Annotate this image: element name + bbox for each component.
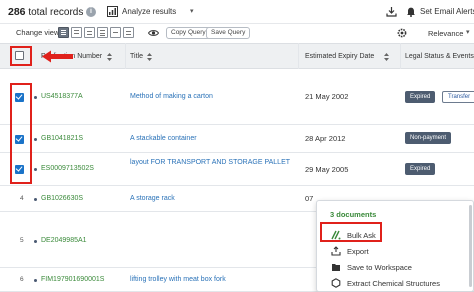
publication-number-link[interactable]: DE2049985A1 bbox=[41, 237, 87, 244]
row-number: 6 bbox=[20, 276, 24, 283]
info-icon[interactable]: i bbox=[86, 7, 96, 17]
download-icon[interactable] bbox=[386, 6, 397, 17]
export-icon bbox=[331, 246, 341, 256]
sort-icon[interactable] bbox=[384, 53, 389, 61]
copy-query-button[interactable]: Copy Query bbox=[166, 27, 211, 39]
annotation-arrow-icon bbox=[42, 50, 73, 63]
save-workspace-icon bbox=[332, 264, 340, 271]
title-link[interactable]: layout FOR TRANSPORT AND STORAGE PALLET bbox=[130, 158, 295, 168]
publication-number-link[interactable]: GB1041821S bbox=[41, 135, 83, 142]
grid-view-button[interactable] bbox=[110, 27, 121, 38]
sort-relevance-dropdown[interactable]: Relevance bbox=[428, 29, 463, 38]
popup-scrollbar[interactable] bbox=[469, 205, 472, 287]
row-bullet bbox=[34, 279, 37, 282]
expiry-date: 07 bbox=[305, 194, 314, 203]
row-bullet bbox=[34, 198, 37, 201]
extract-chemical-structures-label: Extract Chemical Structures bbox=[347, 279, 440, 288]
detail-view-button[interactable] bbox=[84, 27, 95, 38]
expiry-date: 29 May 2005 bbox=[305, 165, 349, 174]
column-legal-status[interactable]: Legal Status & Events bbox=[405, 53, 474, 60]
title-link[interactable]: Method of making a carton bbox=[130, 92, 295, 102]
expiry-date: 21 May 2002 bbox=[305, 92, 349, 101]
extract-chemical-structures-menu-item[interactable]: Extract Chemical Structures bbox=[331, 277, 471, 291]
view-toolbar: Change view Copy Query Save Query Releva… bbox=[0, 24, 474, 43]
chevron-down-icon[interactable]: ▾ bbox=[190, 7, 194, 15]
bulk-actions-popup: 3 documents Bulk Ask Export Save to Work… bbox=[316, 200, 474, 292]
compact-view-button[interactable] bbox=[71, 27, 82, 38]
change-view-label: Change view bbox=[16, 28, 60, 37]
image-view-button[interactable] bbox=[123, 27, 134, 38]
selected-documents-count: 3 documents bbox=[330, 210, 377, 219]
row-number: 4 bbox=[20, 195, 24, 202]
table-view-button[interactable] bbox=[97, 27, 108, 38]
publication-number-link[interactable]: GB1026630S bbox=[41, 195, 83, 202]
export-label: Export bbox=[347, 247, 369, 256]
row-bullet bbox=[34, 168, 37, 171]
bell-icon[interactable] bbox=[406, 6, 416, 17]
annotation-box-select-all bbox=[10, 46, 32, 66]
list-view-button[interactable] bbox=[58, 27, 69, 38]
total-records: 286 total records bbox=[8, 6, 83, 18]
sort-icon[interactable] bbox=[107, 53, 112, 61]
export-menu-item[interactable]: Export bbox=[331, 245, 471, 259]
save-query-button[interactable]: Save Query bbox=[206, 27, 251, 39]
analyze-icon[interactable] bbox=[107, 6, 118, 17]
chevron-down-icon[interactable]: ▾ bbox=[466, 28, 470, 36]
column-title[interactable]: Title bbox=[130, 53, 143, 60]
status-badge-non-payment: Non-payment bbox=[405, 132, 452, 144]
save-to-workspace-label: Save to Workspace bbox=[347, 263, 412, 272]
chemical-structure-icon bbox=[331, 278, 341, 288]
annotation-box-bulk-ask bbox=[320, 222, 382, 242]
status-badge-expired: Expired bbox=[405, 163, 436, 175]
table-row[interactable]: ES0009713502S layout FOR TRANSPORT AND S… bbox=[0, 153, 474, 186]
row-bullet bbox=[34, 96, 37, 99]
eye-icon[interactable] bbox=[148, 29, 159, 37]
table-row[interactable]: US4518377A Method of making a carton 21 … bbox=[0, 69, 474, 125]
records-label: total records bbox=[28, 7, 84, 18]
row-bullet bbox=[34, 138, 37, 141]
annotation-box-selected-rows bbox=[10, 83, 32, 184]
save-to-workspace-menu-item[interactable]: Save to Workspace bbox=[331, 261, 471, 275]
title-link[interactable]: A stackable container bbox=[130, 134, 295, 144]
table-row[interactable]: GB1041821S A stackable container 28 Apr … bbox=[0, 125, 474, 153]
publication-number-link[interactable]: FIM197901690001S bbox=[41, 276, 104, 283]
publication-number-link[interactable]: ES0009713502S bbox=[41, 165, 94, 172]
title-link[interactable]: A storage rack bbox=[130, 194, 295, 204]
gear-icon[interactable] bbox=[396, 27, 408, 39]
records-count: 286 bbox=[8, 6, 26, 18]
expiry-date: 28 Apr 2012 bbox=[305, 134, 346, 143]
sort-icon[interactable] bbox=[147, 53, 152, 61]
status-badge-transfer[interactable]: Transfer bbox=[442, 91, 474, 103]
analyze-results-button[interactable]: Analyze results bbox=[122, 7, 176, 16]
column-expiry-date[interactable]: Estimated Expiry Date bbox=[305, 53, 374, 60]
title-link[interactable]: lifting trolley with meat box fork bbox=[130, 275, 295, 285]
publication-number-link[interactable]: US4518377A bbox=[41, 93, 83, 100]
row-number: 5 bbox=[20, 237, 24, 244]
set-email-alerts-button[interactable]: Set Email Alerts bbox=[420, 7, 474, 16]
status-badge-expired: Expired bbox=[405, 91, 436, 103]
results-header: 286 total records i Analyze results ▾ Se… bbox=[0, 0, 474, 24]
row-bullet bbox=[34, 240, 37, 243]
